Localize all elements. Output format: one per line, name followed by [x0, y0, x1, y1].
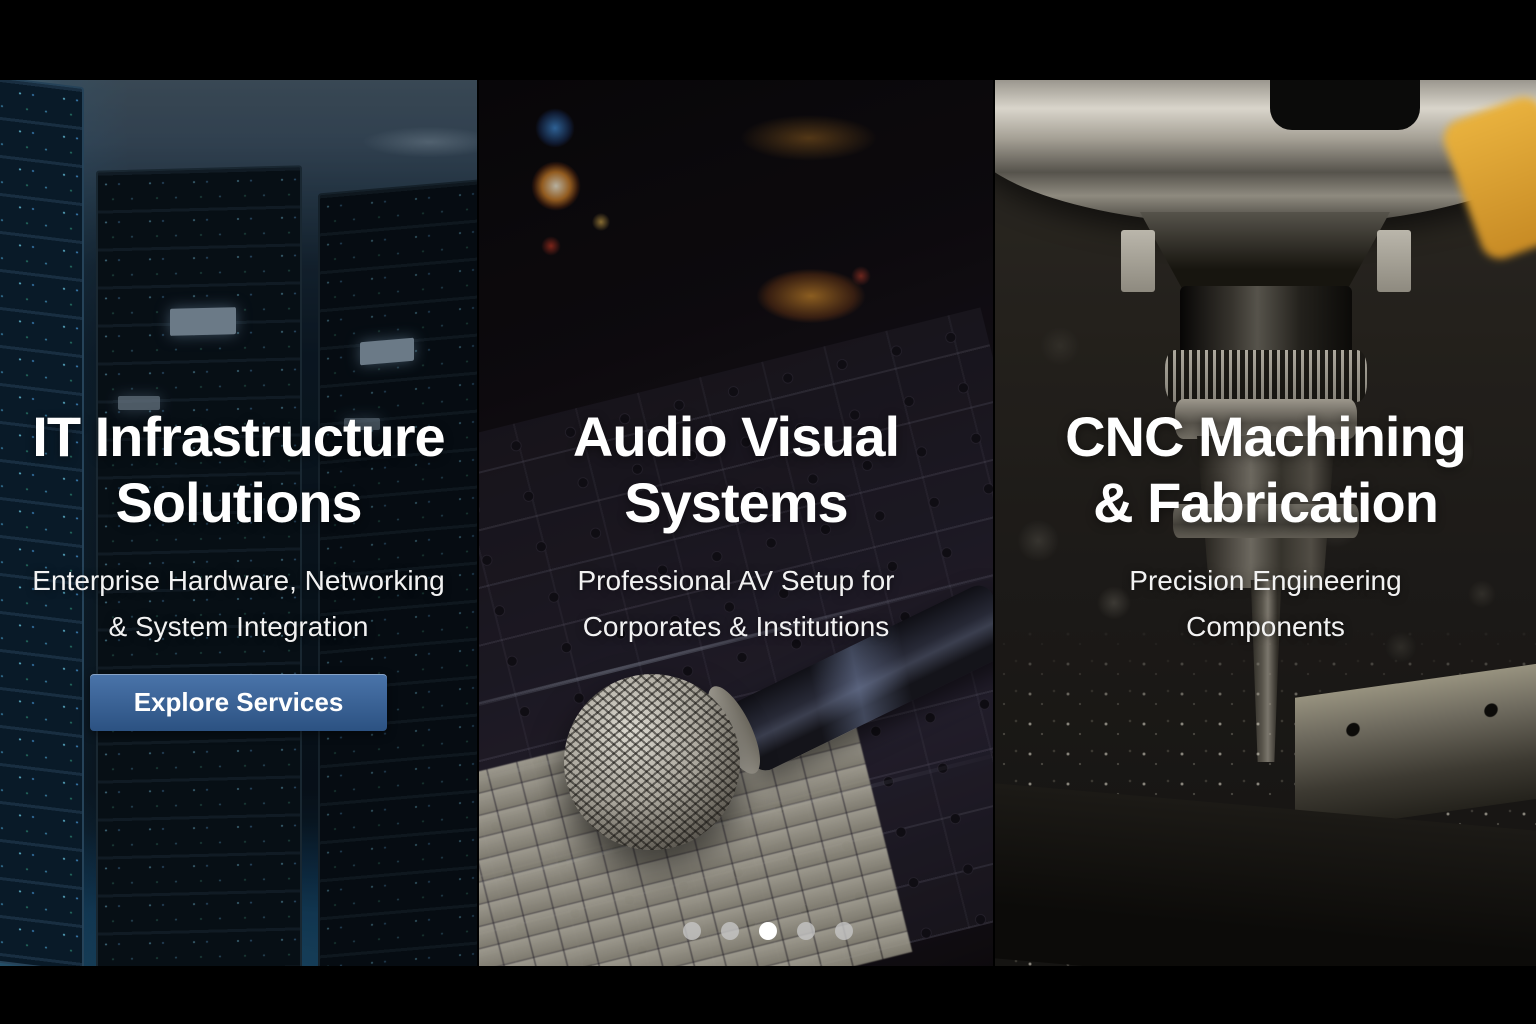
slide-title: CNC Machining & Fabrication	[1065, 404, 1466, 536]
carousel-track: IT Infrastructure Solutions Enterprise H…	[0, 80, 1536, 966]
carousel-pagination	[683, 922, 853, 940]
slide-audio-visual: Audio Visual Systems Professional AV Set…	[479, 80, 993, 966]
slide-subtitle: Precision Engineering Components	[1129, 558, 1401, 650]
slide-cnc-machining: CNC Machining & Fabrication Precision En…	[995, 80, 1536, 966]
hero-carousel: IT Infrastructure Solutions Enterprise H…	[0, 0, 1536, 1024]
carousel-dot-3[interactable]	[759, 922, 777, 940]
slide-subtitle: Professional AV Setup for Corporates & I…	[578, 558, 895, 650]
slide-it-infrastructure: IT Infrastructure Solutions Enterprise H…	[0, 80, 477, 966]
slide-title: IT Infrastructure Solutions	[32, 404, 444, 536]
carousel-dot-2[interactable]	[721, 922, 739, 940]
explore-services-button[interactable]: Explore Services	[90, 674, 388, 731]
slide-subtitle: Enterprise Hardware, Networking & System…	[32, 558, 444, 650]
slide-title: Audio Visual Systems	[573, 404, 899, 536]
carousel-dot-1[interactable]	[683, 922, 701, 940]
carousel-dot-5[interactable]	[835, 922, 853, 940]
carousel-dot-4[interactable]	[797, 922, 815, 940]
